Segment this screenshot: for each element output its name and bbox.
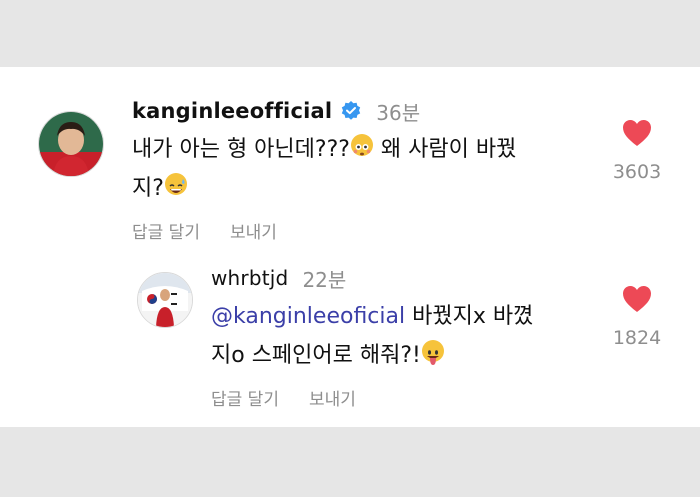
avatar[interactable] <box>38 111 104 177</box>
like-group: 3603 <box>597 119 677 183</box>
reply-actions: 답글 달기 보내기 <box>211 385 591 410</box>
tongue-face-icon <box>421 340 444 365</box>
reply-comment: whrbtjd 22분 @kanginleeoficial 바꿨지x 바꼈 지o… <box>211 259 591 410</box>
reply-username[interactable]: whrbtjd <box>211 266 288 290</box>
reply-text-part: 지o 스페인어로 해줘?! <box>211 343 421 368</box>
comment: kanginleeofficial 36분 내가 아는 형 아닌데??? 왜 사… <box>132 92 572 243</box>
avatar-photo <box>39 112 103 176</box>
comment-timestamp: 36분 <box>376 100 421 125</box>
mention-link[interactable]: @kanginleeoficial <box>211 304 405 329</box>
verified-badge-icon <box>340 100 362 122</box>
send-button[interactable]: 보내기 <box>309 390 356 410</box>
heart-icon[interactable] <box>597 285 677 313</box>
avatar[interactable] <box>137 272 193 328</box>
comment-actions: 답글 달기 보내기 <box>132 218 572 243</box>
like-group: 1824 <box>597 285 677 349</box>
comment-username[interactable]: kanginleeofficial <box>132 99 332 123</box>
reply-timestamp: 22분 <box>302 267 347 292</box>
avatar-photo <box>138 273 192 327</box>
send-button[interactable]: 보내기 <box>230 223 277 243</box>
reply-text: @kanginleeoficial 바꿨지x 바꼈 지o 스페인어로 해줘?! <box>211 297 591 375</box>
grinning-sweat-face-icon <box>164 173 187 195</box>
comment-text-part: 지? <box>132 176 164 201</box>
comment-text-part: 내가 아는 형 아닌데??? <box>132 137 350 162</box>
comment-text-part: 왜 사람이 바꿨 <box>373 137 517 162</box>
comment-text: 내가 아는 형 아닌데??? 왜 사람이 바꿨 지? <box>132 130 572 208</box>
like-count: 1824 <box>612 327 662 349</box>
reply-text-part: 바꿨지x 바꼈 <box>405 304 534 329</box>
heart-icon[interactable] <box>597 119 677 147</box>
reply-button[interactable]: 답글 달기 <box>132 223 200 243</box>
comment-thread: kanginleeofficial 36분 내가 아는 형 아닌데??? 왜 사… <box>0 67 700 427</box>
flushed-face-icon <box>350 134 373 156</box>
reply-button[interactable]: 답글 달기 <box>211 390 279 410</box>
like-count: 3603 <box>612 161 662 183</box>
